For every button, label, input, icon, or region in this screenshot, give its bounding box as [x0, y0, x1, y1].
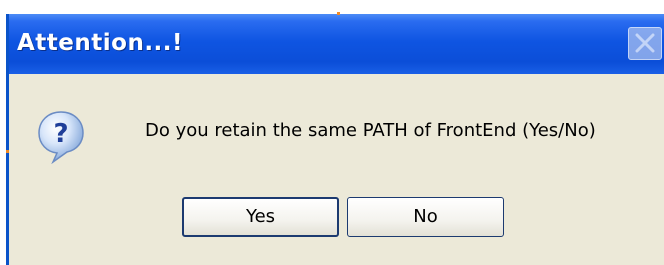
decorative-dot — [6, 150, 9, 153]
dialog-message: Do you retain the same PATH of FrontEnd … — [145, 120, 596, 141]
svg-text:?: ? — [53, 119, 68, 149]
question-icon: ? — [38, 111, 84, 164]
decorative-dot — [337, 12, 340, 15]
no-button[interactable]: No — [347, 197, 504, 237]
dialog-title: Attention...! — [17, 30, 184, 56]
title-bar[interactable]: Attention...! — [9, 14, 664, 74]
close-icon — [635, 33, 655, 53]
close-button[interactable] — [628, 27, 662, 60]
message-dialog: Attention...! ? Do you retain the same P… — [6, 14, 664, 265]
yes-button[interactable]: Yes — [182, 197, 339, 237]
